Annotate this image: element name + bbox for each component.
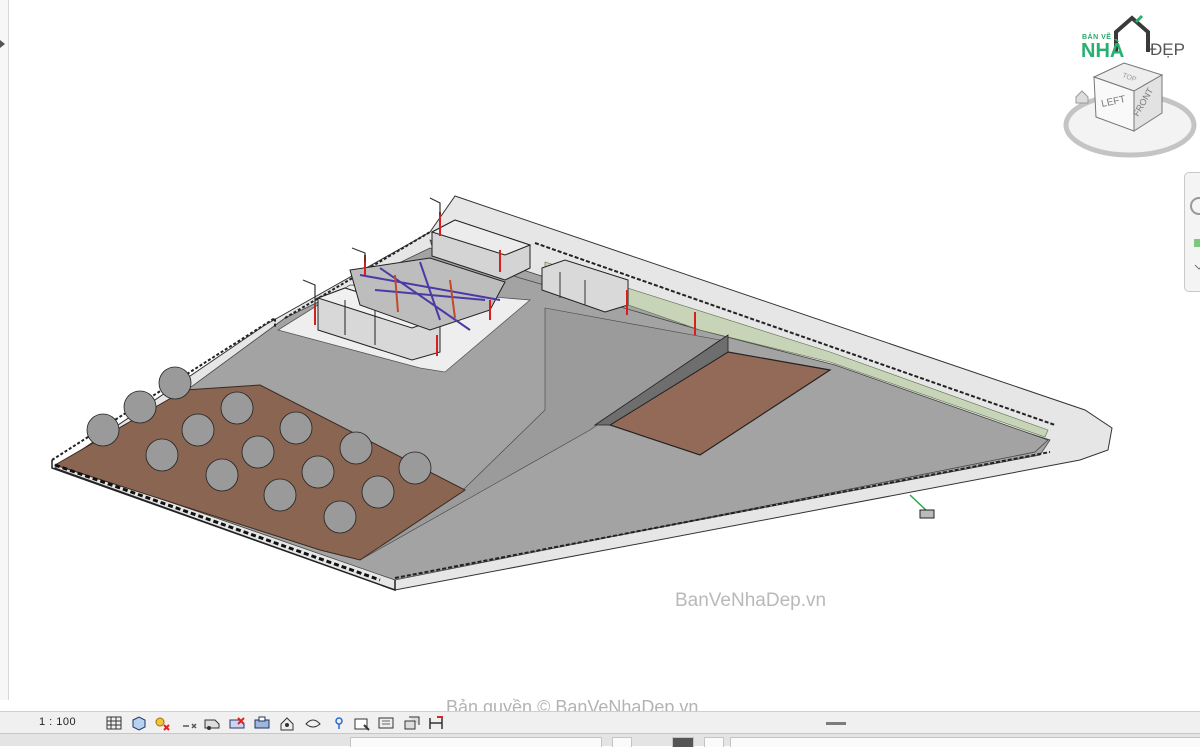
view-scale[interactable]: 1 : 100 [39,716,76,728]
render-icon[interactable] [203,714,221,732]
zoom-dropdown-icon[interactable] [1194,264,1200,270]
3d-viewport[interactable] [9,0,1194,706]
detail-level-icon[interactable] [105,714,123,732]
navigation-bar[interactable] [1184,172,1200,292]
crop-view-icon[interactable] [228,714,246,732]
status-select[interactable] [704,737,724,747]
survey-point [909,494,935,519]
steering-wheel-icon[interactable] [1190,197,1200,215]
zoom-icon[interactable] [1194,239,1200,247]
unlock-3d-view-icon[interactable] [278,714,296,732]
scroll-grip[interactable] [826,722,846,725]
view-control-bar: 1 : 100 [0,711,1200,734]
status-message [730,737,1200,747]
watermark-text: BanVeNhaDep.vn [675,590,827,611]
status-filter[interactable] [672,737,694,747]
sun-path-icon[interactable] [153,714,171,732]
show-crop-region-icon[interactable] [253,714,271,732]
home-icon[interactable] [1075,90,1089,104]
status-toggle[interactable] [612,737,632,747]
reveal-hidden-icon[interactable] [330,714,348,732]
worksharing-display-icon[interactable] [353,714,371,732]
highlight-displacement-icon[interactable] [403,714,421,732]
site-model-3d-view [51,195,1113,592]
status-field[interactable] [350,737,602,747]
status-bar [0,733,1200,747]
temporary-hide-icon[interactable] [304,714,322,732]
shadows-icon[interactable] [180,714,198,732]
visual-style-icon[interactable] [130,714,148,732]
viewcube[interactable]: TOP LEFT FRONT [1062,55,1198,161]
show-constraints-icon[interactable] [427,714,445,732]
left-panel-edge[interactable] [0,0,9,700]
analytical-model-icon[interactable] [377,714,395,732]
collapse-arrow-icon[interactable] [0,40,5,48]
